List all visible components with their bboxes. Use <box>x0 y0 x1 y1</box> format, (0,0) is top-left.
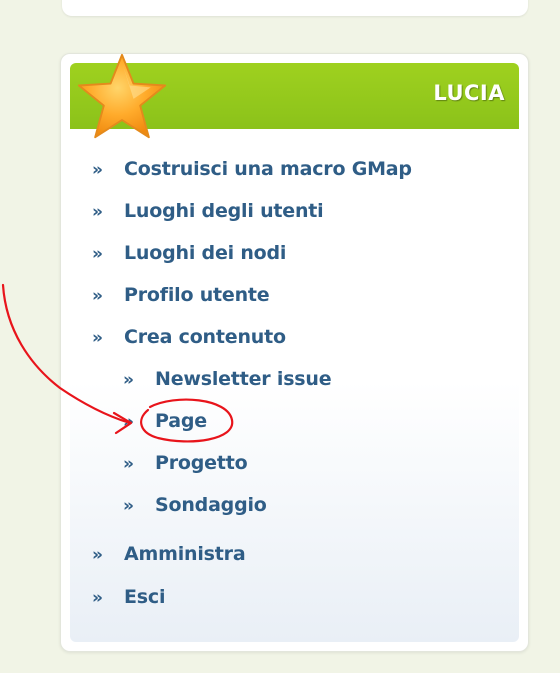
menu-item-costruisci-macro-gmap[interactable]: » Costruisci una macro GMap <box>92 158 412 180</box>
menu-item-label: Page <box>155 410 207 432</box>
bullet-icon: » <box>123 496 134 516</box>
menu-item-label: Sondaggio <box>155 494 267 516</box>
bullet-icon: » <box>92 328 103 348</box>
menu-item-label: Costruisci una macro GMap <box>124 158 412 180</box>
bullet-icon: » <box>92 244 103 264</box>
bullet-icon: » <box>92 286 103 306</box>
menu-item-amministra[interactable]: » Amministra <box>92 543 246 565</box>
menu-item-label: Profilo utente <box>124 284 270 306</box>
menu-item-esci[interactable]: » Esci <box>92 586 165 608</box>
block-title: LUCIA <box>433 81 505 105</box>
menu-item-crea-contenuto[interactable]: » Crea contenuto <box>92 326 286 348</box>
bullet-icon: » <box>123 454 134 474</box>
submenu-item-sondaggio[interactable]: » Sondaggio <box>123 494 267 516</box>
bullet-icon: » <box>123 370 134 390</box>
menu-item-label: Luoghi degli utenti <box>124 200 324 222</box>
bullet-icon: » <box>92 588 103 608</box>
bullet-icon: » <box>92 160 103 180</box>
submenu-item-progetto[interactable]: » Progetto <box>123 452 248 474</box>
submenu-item-page[interactable]: » Page <box>123 410 207 432</box>
menu-item-label: Esci <box>124 586 166 608</box>
menu-item-luoghi-utenti[interactable]: » Luoghi degli utenti <box>92 200 324 222</box>
previous-block <box>62 0 528 16</box>
menu-item-label: Newsletter issue <box>155 368 332 390</box>
menu-item-luoghi-nodi[interactable]: » Luoghi dei nodi <box>92 242 286 264</box>
menu-item-label: Luoghi dei nodi <box>124 242 287 264</box>
menu-item-profilo-utente[interactable]: » Profilo utente <box>92 284 270 306</box>
menu-item-label: Amministra <box>124 543 246 565</box>
menu-item-label: Crea contenuto <box>124 326 286 348</box>
bullet-icon: » <box>92 545 103 565</box>
submenu-item-newsletter-issue[interactable]: » Newsletter issue <box>123 368 332 390</box>
star-icon <box>77 53 167 139</box>
menu-item-label: Progetto <box>155 452 248 474</box>
bullet-icon: » <box>123 412 134 432</box>
bullet-icon: » <box>92 202 103 222</box>
